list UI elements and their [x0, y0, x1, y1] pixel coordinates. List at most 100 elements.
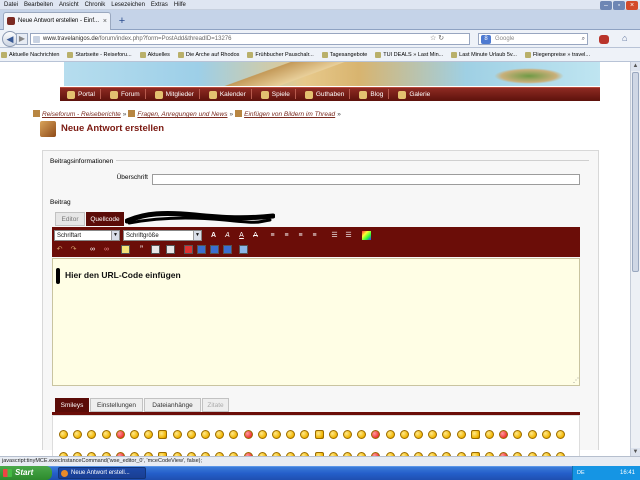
close-icon[interactable]: × — [626, 1, 638, 10]
smiley-icon[interactable] — [442, 430, 452, 439]
scroll-up-icon[interactable]: ▲ — [631, 62, 640, 71]
smiley-icon[interactable] — [556, 430, 565, 439]
smiley-icon[interactable] — [513, 430, 523, 439]
align-center-icon[interactable]: ≡ — [282, 231, 291, 240]
smiley-icon[interactable] — [215, 430, 225, 439]
justify-icon[interactable]: ≡ — [310, 231, 319, 240]
color-picker-icon[interactable] — [362, 231, 371, 240]
font-family-select[interactable]: Schriftart ▼ — [54, 230, 120, 241]
smiley-icon[interactable] — [485, 430, 494, 439]
nav-mitglieder[interactable]: Mitglieder — [154, 88, 194, 102]
bookmark-item[interactable]: Last Minute Urlaub 5v... — [450, 48, 517, 61]
table-cell-icon[interactable] — [223, 245, 232, 254]
smiley-icon[interactable] — [101, 430, 111, 439]
align-left-icon[interactable]: ≡ — [268, 231, 277, 240]
nav-guthaben[interactable]: Guthaben — [304, 88, 344, 102]
smiley-icon[interactable] — [272, 430, 281, 439]
menu-extras[interactable]: Extras — [151, 0, 168, 10]
smiley-icon[interactable] — [257, 430, 267, 439]
code-icon[interactable] — [151, 245, 160, 254]
link-icon[interactable]: ∞ — [88, 245, 97, 254]
undo-icon[interactable]: ↶ — [55, 245, 64, 254]
search-box[interactable]: 8 Google ⌕ — [478, 33, 588, 45]
smiley-icon[interactable] — [399, 430, 409, 439]
nav-portal[interactable]: Portal — [67, 88, 95, 102]
smiley-icon[interactable] — [201, 430, 210, 439]
tab-quotes[interactable]: Zitate — [202, 398, 229, 412]
bookmark-item[interactable]: TUI DEALS » Last Min... — [374, 48, 443, 61]
php-icon[interactable] — [166, 245, 175, 254]
smiley-icon[interactable] — [87, 430, 97, 439]
scroll-thumb[interactable] — [632, 72, 639, 272]
smiley-icon[interactable] — [186, 430, 196, 439]
smiley-icon[interactable] — [328, 430, 338, 439]
menu-chronik[interactable]: Chronik — [85, 0, 106, 10]
resize-handle-icon[interactable]: ⋰ — [571, 377, 579, 385]
smiley-icon[interactable] — [172, 430, 182, 439]
vertical-scrollbar[interactable]: ▲ ▼ — [630, 62, 640, 457]
bookmark-item[interactable]: Die Arche auf Rhodos — [177, 48, 239, 61]
smiley-icon[interactable] — [470, 430, 480, 439]
new-tab-icon[interactable]: + — [115, 14, 129, 28]
font-size-select[interactable]: Schriftgröße ▼ — [123, 230, 202, 241]
smiley-icon[interactable] — [357, 430, 367, 439]
menu-hilfe[interactable]: Hilfe — [174, 0, 186, 10]
tab-settings[interactable]: Einstellungen — [90, 398, 143, 412]
forward-arrow-icon[interactable]: ▶ — [16, 33, 28, 45]
menu-bearbeiten[interactable]: Bearbeiten — [24, 0, 53, 10]
strikethrough-icon[interactable]: A — [251, 231, 260, 240]
smiley-icon[interactable] — [73, 430, 83, 439]
unlink-icon[interactable]: ∞ — [102, 245, 111, 254]
smiley-icon[interactable] — [59, 430, 68, 439]
bookmark-item[interactable]: Frühbucher Pauschalr... — [246, 48, 314, 61]
nav-kalender[interactable]: Kalender — [208, 88, 246, 102]
smiley-icon[interactable] — [385, 430, 395, 439]
table-row-icon[interactable] — [197, 245, 206, 254]
taskbar-window-item[interactable]: Neue Antwort erstell... — [58, 467, 146, 479]
search-icon[interactable]: ⌕ — [582, 34, 585, 45]
smiley-icon[interactable] — [499, 430, 509, 439]
smiley-icon[interactable] — [414, 430, 423, 439]
address-bar[interactable]: www.travelanigos.de/forum/index.php?form… — [30, 33, 470, 45]
bookmark-item[interactable]: Aktuelle Nachrichten — [0, 48, 59, 61]
smiley-icon[interactable] — [541, 430, 551, 439]
italic-icon[interactable]: A — [223, 231, 232, 240]
tab-attachments[interactable]: Dateianhänge — [144, 398, 201, 412]
smiley-icon[interactable] — [130, 430, 139, 439]
menu-datei[interactable]: Datei — [4, 0, 18, 10]
smiley-icon[interactable] — [314, 430, 324, 439]
maximize-icon[interactable]: ▫ — [613, 1, 625, 10]
start-button[interactable]: Start — [0, 466, 52, 480]
redo-icon[interactable]: ↷ — [69, 245, 78, 254]
bookmark-item[interactable]: Aktuelles — [139, 48, 170, 61]
smiley-icon[interactable] — [527, 430, 537, 439]
bookmark-item[interactable]: Tagesangebote — [321, 48, 367, 61]
subject-input[interactable] — [152, 174, 580, 185]
smiley-icon[interactable] — [229, 430, 239, 439]
smiley-icon[interactable] — [300, 430, 310, 439]
bookmark-item[interactable]: Startseite - Reiseforu... — [66, 48, 132, 61]
smiley-icon[interactable] — [115, 430, 125, 439]
breadcrumb-link[interactable]: Reiseforum - Reiseberichte — [42, 111, 121, 118]
addon-icon[interactable] — [599, 35, 609, 44]
align-right-icon[interactable]: ≡ — [296, 231, 305, 240]
quote-icon[interactable]: ” — [137, 245, 146, 254]
media-icon[interactable] — [239, 245, 248, 254]
language-indicator[interactable]: DE — [577, 466, 585, 480]
smiley-icon[interactable] — [456, 430, 466, 439]
nav-forum[interactable]: Forum — [109, 88, 140, 102]
smiley-icon[interactable] — [144, 430, 154, 439]
numbered-list-icon[interactable]: ☰ — [344, 231, 353, 240]
tab-close-icon[interactable]: × — [103, 13, 107, 30]
smiley-icon[interactable] — [286, 430, 296, 439]
smiley-icon[interactable] — [428, 430, 438, 439]
bold-icon[interactable]: A — [209, 231, 218, 240]
home-icon[interactable]: ⌂ — [622, 33, 633, 44]
table-icon[interactable] — [184, 245, 193, 254]
breadcrumb-link[interactable]: Einfügen von Bildern im Thread — [244, 111, 335, 118]
table-col-icon[interactable] — [210, 245, 219, 254]
tab-editor[interactable]: Editor — [55, 212, 85, 226]
menu-ansicht[interactable]: Ansicht — [59, 0, 79, 10]
breadcrumb-link[interactable]: Fragen, Anregungen und News — [137, 111, 227, 118]
image-icon[interactable] — [121, 245, 130, 254]
